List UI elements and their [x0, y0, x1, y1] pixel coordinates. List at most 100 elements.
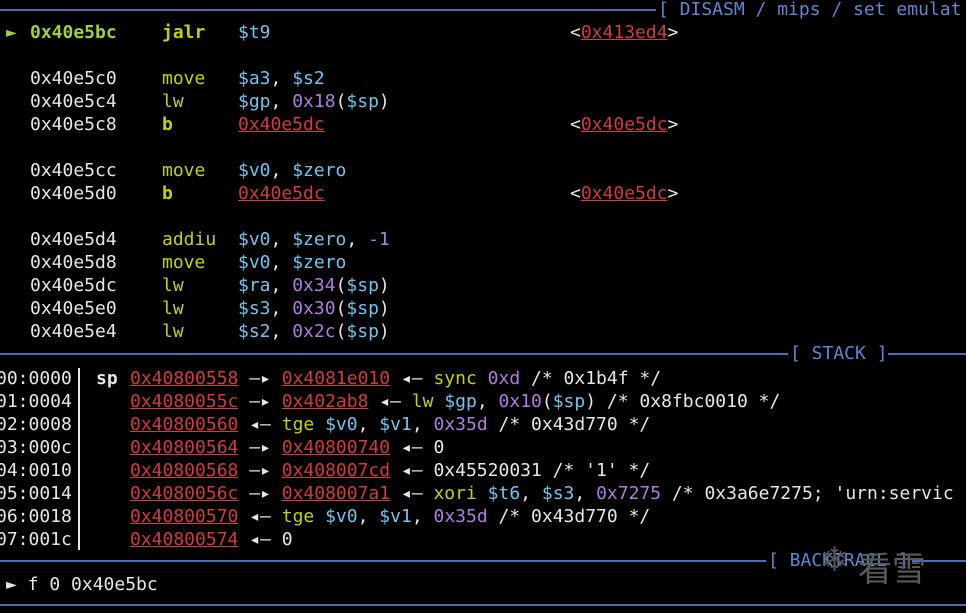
- operand-token: ,: [270, 68, 293, 89]
- disasm-mnemonic: lw: [162, 91, 184, 112]
- stack-token: $v1: [379, 414, 412, 435]
- disasm-operands: $s2, 0x2c($sp): [238, 320, 390, 343]
- stack-offset: 04:0010: [0, 460, 72, 481]
- stack-divider-left: [0, 353, 788, 355]
- operand-token: $s2: [238, 321, 271, 342]
- backtrace-divider-left: [0, 560, 766, 562]
- operand-token: $sp: [346, 275, 379, 296]
- stack-token: ,: [520, 483, 542, 504]
- stack-token: /* 0x3a6e7275; 'urn:servic: [661, 483, 954, 504]
- operand-token: (: [335, 275, 347, 296]
- operand-token: $sp: [346, 91, 379, 112]
- branch-target-link[interactable]: 0x40e5dc: [581, 114, 668, 135]
- stack-token: ◂—: [238, 414, 282, 435]
- stack-token: sync: [433, 368, 488, 389]
- disasm-address: 0x40e5e0: [30, 298, 117, 319]
- operand-link[interactable]: 0x40e5dc: [238, 114, 325, 135]
- current-target-link[interactable]: 0x413ed4: [581, 22, 668, 43]
- disasm-mnemonic: lw: [162, 321, 184, 342]
- stack-address-link[interactable]: 0x40800558: [130, 368, 238, 389]
- stack-address-link[interactable]: 0x40800570: [130, 506, 238, 527]
- operand-token: $s3: [238, 298, 271, 319]
- disasm-divider: [0, 9, 656, 11]
- backtrace-line: ► f 0 0x40e5bc: [6, 574, 158, 595]
- stack-token: tge: [281, 506, 326, 527]
- stack-token: —▸: [238, 368, 282, 389]
- stack-token: $sp: [552, 391, 586, 412]
- stack-address-link[interactable]: 0x40800574: [130, 529, 238, 550]
- operand-token: (: [335, 298, 347, 319]
- current-target: <0x413ed4>: [570, 22, 679, 43]
- stack-token: $gp: [444, 391, 477, 412]
- disasm-address: 0x40e5c4: [30, 91, 117, 112]
- stack-token: ◂—: [238, 506, 282, 527]
- stack-pointer-link[interactable]: 0x408007cd: [282, 460, 390, 481]
- disasm-branch-target: <0x40e5dc>: [570, 183, 679, 204]
- operand-token: $ra: [238, 275, 271, 296]
- disasm-address: 0x40e5e4: [30, 321, 117, 342]
- stack-token: tge: [281, 414, 326, 435]
- stack-token: 0xd: [487, 368, 521, 389]
- stack-offset: 05:0014: [0, 483, 72, 504]
- disasm-operands: $v0, $zero: [238, 251, 346, 274]
- stack-token: 0x35d: [433, 506, 488, 527]
- current-mnemonic: jalr: [162, 22, 206, 43]
- stack-offset-separator: [78, 368, 80, 550]
- operand-link[interactable]: 0x40e5dc: [238, 183, 325, 204]
- operand-token: $a3: [238, 68, 271, 89]
- operand-token: ,: [270, 252, 293, 273]
- stack-entry: 0x40800560 ◂— tge $v0, $v1, 0x35d /* 0x4…: [130, 413, 650, 436]
- stack-token: lw: [411, 391, 445, 412]
- operand-token: ,: [270, 321, 293, 342]
- stack-token: —▸: [238, 391, 282, 412]
- operand-token: ): [378, 275, 390, 296]
- stack-entry: 0x40800558 —▸ 0x4081e010 ◂— sync 0xd /* …: [130, 367, 661, 390]
- stack-offset: 00:0000: [0, 368, 72, 389]
- stack-offset: 07:001c: [0, 529, 72, 550]
- operand-token: $zero: [292, 252, 347, 273]
- stack-address-link[interactable]: 0x40800568: [130, 460, 238, 481]
- operand-token: $zero: [292, 229, 347, 250]
- stack-token: 0x10: [498, 391, 542, 412]
- stack-pointer-link[interactable]: 0x402ab8: [282, 391, 369, 412]
- operand-token: ): [378, 91, 390, 112]
- operand-token: $v0: [238, 160, 271, 181]
- stack-token: —▸: [238, 483, 282, 504]
- stack-pointer-link[interactable]: 0x408007a1: [282, 483, 390, 504]
- stack-offset: 02:0008: [0, 414, 72, 435]
- operand-token: (: [335, 321, 347, 342]
- watermark-text: 看雪: [858, 550, 926, 590]
- disasm-address: 0x40e5d0: [30, 183, 117, 204]
- disasm-address: 0x40e5d4: [30, 229, 117, 250]
- operand-token: ): [378, 321, 390, 342]
- stack-token: $v0: [325, 414, 358, 435]
- stack-entry: 0x40800564 —▸ 0x40800740 ◂— 0: [130, 436, 444, 459]
- stack-entry: 0x4080055c —▸ 0x402ab8 ◂— lw $gp, 0x10($…: [130, 390, 780, 413]
- stack-pointer-link[interactable]: 0x40800740: [282, 437, 390, 458]
- stack-pointer-link[interactable]: 0x4081e010: [282, 368, 390, 389]
- operand-token: ,: [270, 91, 293, 112]
- stack-sp-label: sp: [96, 368, 118, 389]
- operand-token: ,: [270, 275, 293, 296]
- stack-token: ,: [574, 483, 597, 504]
- stack-header: [ STACK ]: [790, 343, 888, 364]
- branch-target-link[interactable]: 0x40e5dc: [581, 183, 668, 204]
- operand-token: 0x34: [292, 275, 336, 296]
- stack-token: /* 0x43d770 */: [487, 506, 651, 527]
- snowflake-watermark-icon: ❄: [820, 540, 849, 580]
- bottom-divider: [0, 604, 966, 606]
- stack-address-link[interactable]: 0x40800560: [130, 414, 238, 435]
- disasm-operands: $s3, 0x30($sp): [238, 297, 390, 320]
- operand-token: ): [378, 298, 390, 319]
- operand-token: 0x18: [292, 91, 336, 112]
- stack-token: $v0: [325, 506, 358, 527]
- stack-address-link[interactable]: 0x40800564: [130, 437, 238, 458]
- disasm-operands: $ra, 0x34($sp): [238, 274, 390, 297]
- operand-token: 0x30: [292, 298, 336, 319]
- disasm-address: 0x40e5c0: [30, 68, 117, 89]
- current-address: 0x40e5bc: [30, 22, 117, 43]
- disasm-mnemonic: b: [162, 183, 173, 204]
- stack-token: ◂— 0: [390, 437, 445, 458]
- stack-address-link[interactable]: 0x4080056c: [130, 483, 238, 504]
- stack-address-link[interactable]: 0x4080055c: [130, 391, 238, 412]
